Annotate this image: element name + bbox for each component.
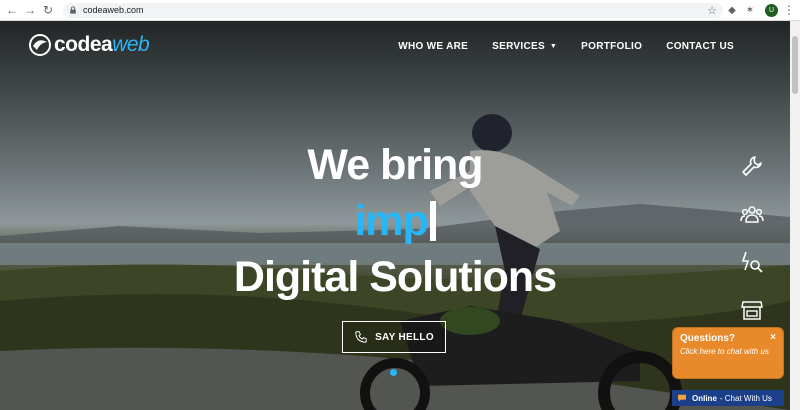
typed-text: imp [354,197,428,245]
say-hello-button[interactable]: SAY HELLO [342,321,446,353]
profile-initial: U [768,6,775,14]
hero-heading-line3: Digital Solutions [233,253,557,301]
shop-icon[interactable] [740,298,764,322]
typing-cursor [429,201,436,241]
caret-down-icon: ▼ [549,43,558,50]
team-icon[interactable] [740,202,764,226]
nav-who-we-are[interactable]: WHO WE ARE [398,41,468,52]
browser-menu-icon[interactable]: ⋮ [782,3,796,17]
nav-label: SERVICES [492,41,545,52]
flash-search-icon[interactable] [740,250,764,274]
close-icon[interactable]: × [770,332,776,343]
chat-prompt-subtitle: Click here to chat with us [680,347,769,356]
nav-label: PORTFOLIO [581,41,643,52]
nav-contact-us[interactable]: CONTACT US [666,41,734,52]
chat-bubble-icon [678,394,686,402]
browser-toolbar: ← → ↻ codeaweb.com ☆ ◆ ✶ U ⋮ [0,0,800,21]
address-bar[interactable]: codeaweb.com ☆ [63,2,723,18]
chat-status-text: - Chat With Us [719,393,772,403]
logo-mark-icon [29,34,51,56]
hero-heading-typed: imp [0,197,790,246]
nav-portfolio[interactable]: PORTFOLIO [581,41,642,52]
chat-prompt-bubble[interactable]: Questions? Click here to chat with us × [672,327,784,379]
nav-label: WHO WE ARE [398,41,469,52]
extension-icon[interactable]: ◆ [723,1,741,19]
forward-icon[interactable]: → [21,1,39,19]
service-icon-rail [740,154,764,322]
say-hello-label: SAY HELLO [375,331,434,343]
page-scrollbar[interactable] [790,21,800,410]
back-icon[interactable]: ← [3,1,21,19]
wrench-icon[interactable] [740,154,764,178]
profile-avatar[interactable]: U [765,3,778,17]
main-navigation: WHO WE ARE SERVICES ▼ PORTFOLIO CONTACT U… [398,41,734,52]
url-text: codeaweb.com [83,5,144,15]
site-logo[interactable]: codeaweb [28,33,150,57]
scrollbar-thumb[interactable] [792,36,798,94]
reload-icon[interactable]: ↻ [39,1,57,19]
chat-prompt-title: Questions? [680,333,736,344]
slider-dot[interactable] [390,369,397,376]
puzzle-extension-icon[interactable]: ✶ [741,1,759,19]
nav-services[interactable]: SERVICES ▼ [492,41,557,52]
hero-heading-line1: We bring [307,141,483,189]
nav-label: CONTACT US [666,41,734,52]
logo-text-primary: codea [54,33,113,56]
phone-icon [355,331,367,343]
chat-status: Online [692,393,717,403]
chat-status-bar[interactable]: Online - Chat With Us [672,390,784,406]
logo-text-accent: web [112,33,150,56]
bookmark-star-icon[interactable]: ☆ [707,4,717,17]
lock-icon [70,6,76,14]
logo-text: codeaweb [54,33,150,57]
